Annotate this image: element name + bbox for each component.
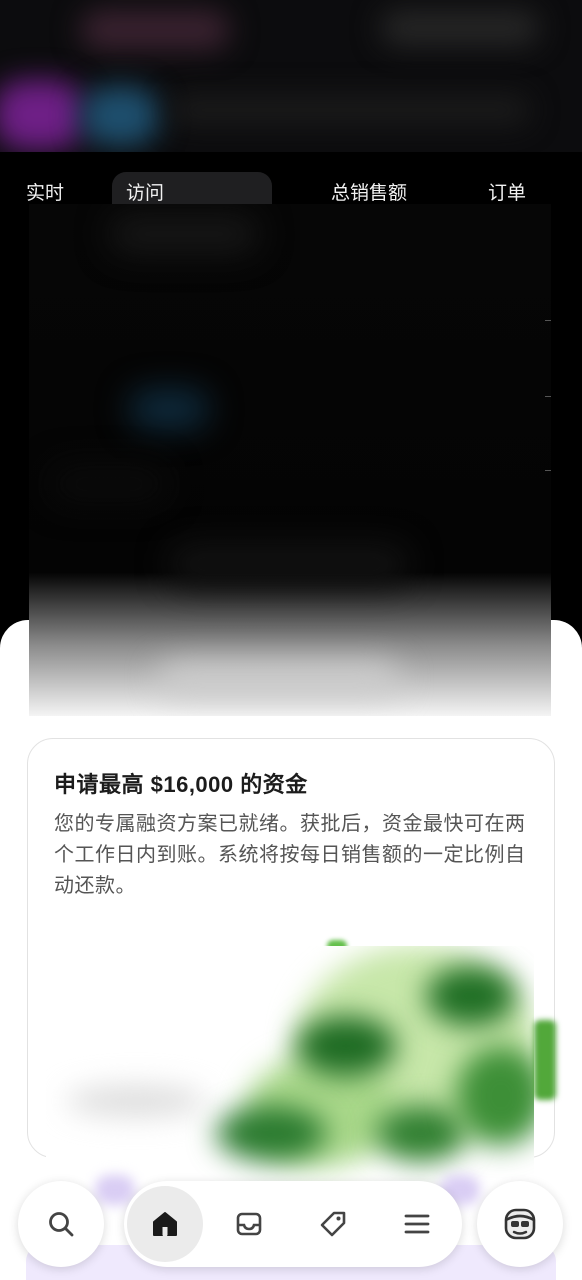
screen: 实时 访问 总销售额 订单 申请最高 $16,000 的资金 您的专属融资方案已… [0,0,582,1280]
search-button[interactable] [18,1181,104,1267]
blurred-header [0,0,582,152]
nav-products[interactable] [304,1195,362,1253]
inbox-icon [236,1212,262,1236]
home-icon [153,1212,177,1236]
bottom-nav [124,1181,462,1267]
search-icon [49,1212,74,1237]
assistant-button[interactable] [477,1181,563,1267]
nav-menu[interactable] [388,1195,446,1253]
menu-icon [404,1214,430,1234]
illustration-leaf [534,1020,556,1100]
funding-description: 您的专属融资方案已就绪。获批后，资金最快可在两个工作日内到账。系统将按每日销售额… [54,813,526,897]
blurred-money-illustration [46,946,534,1206]
nav-home[interactable] [127,1186,203,1262]
tab-label: 订单 [488,183,527,204]
funding-title: 申请最高 $16,000 的资金 [54,772,308,797]
nav-orders[interactable] [220,1195,278,1253]
promo-hint [95,1175,135,1205]
tab-label: 总销售额 [331,183,408,204]
tag-icon [320,1211,346,1237]
blurred-chart [29,204,551,716]
tab-label: 实时 [26,183,65,204]
avatar-icon [504,1208,536,1240]
tab-label: 访问 [126,183,165,204]
